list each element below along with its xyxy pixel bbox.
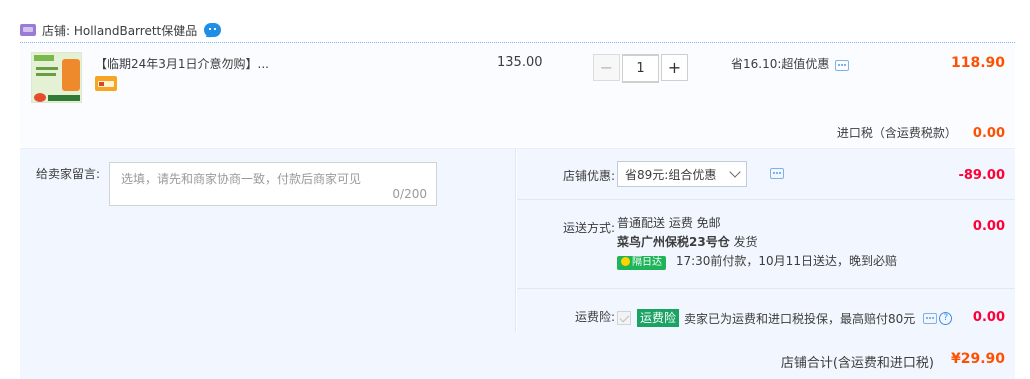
shop-total-label: 店铺合计(含运费和进口税) [780,356,934,371]
quantity-stepper: − 1 + [593,54,688,83]
help-icon[interactable]: ? [939,311,953,325]
promo-select[interactable]: 省89元:组合优惠 [617,161,747,187]
import-tax-value: 0.00 [972,126,1005,141]
chat-bubble-icon[interactable] [204,23,222,37]
credit-card-icon [95,76,117,91]
comment-icon[interactable] [835,60,850,71]
comment-icon[interactable] [923,312,938,324]
product-thumbnail[interactable] [31,52,82,103]
shipping-method: 普通配送 运费 免邮 [617,216,721,230]
shipping-label: 运送方式: [562,221,615,235]
promo-amount: -89.00 [958,168,1005,183]
import-tax-row: 进口税（含运费税款） 0.00 [837,124,1005,141]
quantity-input[interactable]: 1 [623,55,658,82]
insurance-checkbox[interactable] [617,311,631,325]
saving-info: 省16.10:超值优惠 [731,55,850,72]
decrease-quantity-button[interactable]: − [593,54,620,81]
shop-total-value: ¥29.90 [950,351,1005,367]
promo-selected: 省89元:组合优惠 [625,167,717,182]
increase-quantity-button[interactable]: + [661,54,688,81]
note-label: 给卖家留言: [36,167,101,181]
insurance-amount: 0.00 [972,310,1005,325]
seller-note-input[interactable]: 选填，请先和商家协商一致，付款后商家可见 0/200 [109,162,437,206]
summary-pane: 店铺优惠: 省89元:组合优惠 -89.00 运送方式: 普通配送 运费 免邮 … [517,149,1015,333]
insurance-info: 运费险 卖家已为运费和进口税投保，最高赔付80元 ? [617,309,953,327]
next-day-badge-text: 隔日达 [632,257,662,268]
delivery-eta: 17:30前付款，10月11日送达，晚到必赔 [675,254,897,268]
promo-row: 店铺优惠: 省89元:组合优惠 -89.00 [517,149,1015,200]
shop-icon [20,24,36,36]
shipping-info: 普通配送 运费 免邮 菜鸟广州保税23号仓 发货 隔日达 17:30前付款，10… [617,214,897,271]
note-placeholder: 选填，请先和商家协商一致，付款后商家可见 [121,172,362,186]
shipping-row: 运送方式: 普通配送 运费 免邮 菜鸟广州保税23号仓 发货 隔日达 17:30… [517,200,1015,289]
shop-name[interactable]: 店铺: HollandBarrett保健品 [42,22,197,39]
shipping-dispatch: 发货 [733,235,758,249]
chevron-down-icon [729,166,741,178]
note-char-counter: 0/200 [392,187,427,201]
order-options: 给卖家留言: 选填，请先和商家协商一致，付款后商家可见 0/200 店铺优惠: … [20,148,1015,333]
import-tax-label: 进口税（含运费税款） [836,126,957,140]
order-item: 【临期24年3月1日介意勿购】... 135.00 − 1 + 省16.10:超… [20,43,1015,147]
note-pane: 给卖家留言: 选填，请先和商家协商一致，付款后商家可见 0/200 [20,149,516,333]
product-title[interactable]: 【临期24年3月1日介意勿购】... [95,55,269,72]
lightning-icon [621,257,630,266]
shop-header: 店铺: HollandBarrett保健品 [20,18,1015,42]
promo-label: 店铺优惠: [562,169,615,183]
insurance-row: 运费险: 运费险 卖家已为运费和进口税投保，最高赔付80元 ? 0.00 [517,289,1015,333]
shipping-warehouse: 菜鸟广州保税23号仓 [617,235,730,249]
saving-text: 省16.10:超值优惠 [731,57,830,71]
insurance-badge: 运费险 [637,309,680,327]
next-day-badge: 隔日达 [617,256,666,270]
item-total: 118.90 [950,55,1005,71]
insurance-text: 卖家已为运费和进口税投保，最高赔付80元 [684,311,916,326]
comment-icon[interactable] [770,168,784,179]
insurance-label: 运费险: [574,310,615,324]
shipping-amount: 0.00 [972,219,1005,234]
unit-price: 135.00 [497,55,543,70]
shop-total-row: 店铺合计(含运费和进口税) ¥29.90 [20,333,1015,379]
